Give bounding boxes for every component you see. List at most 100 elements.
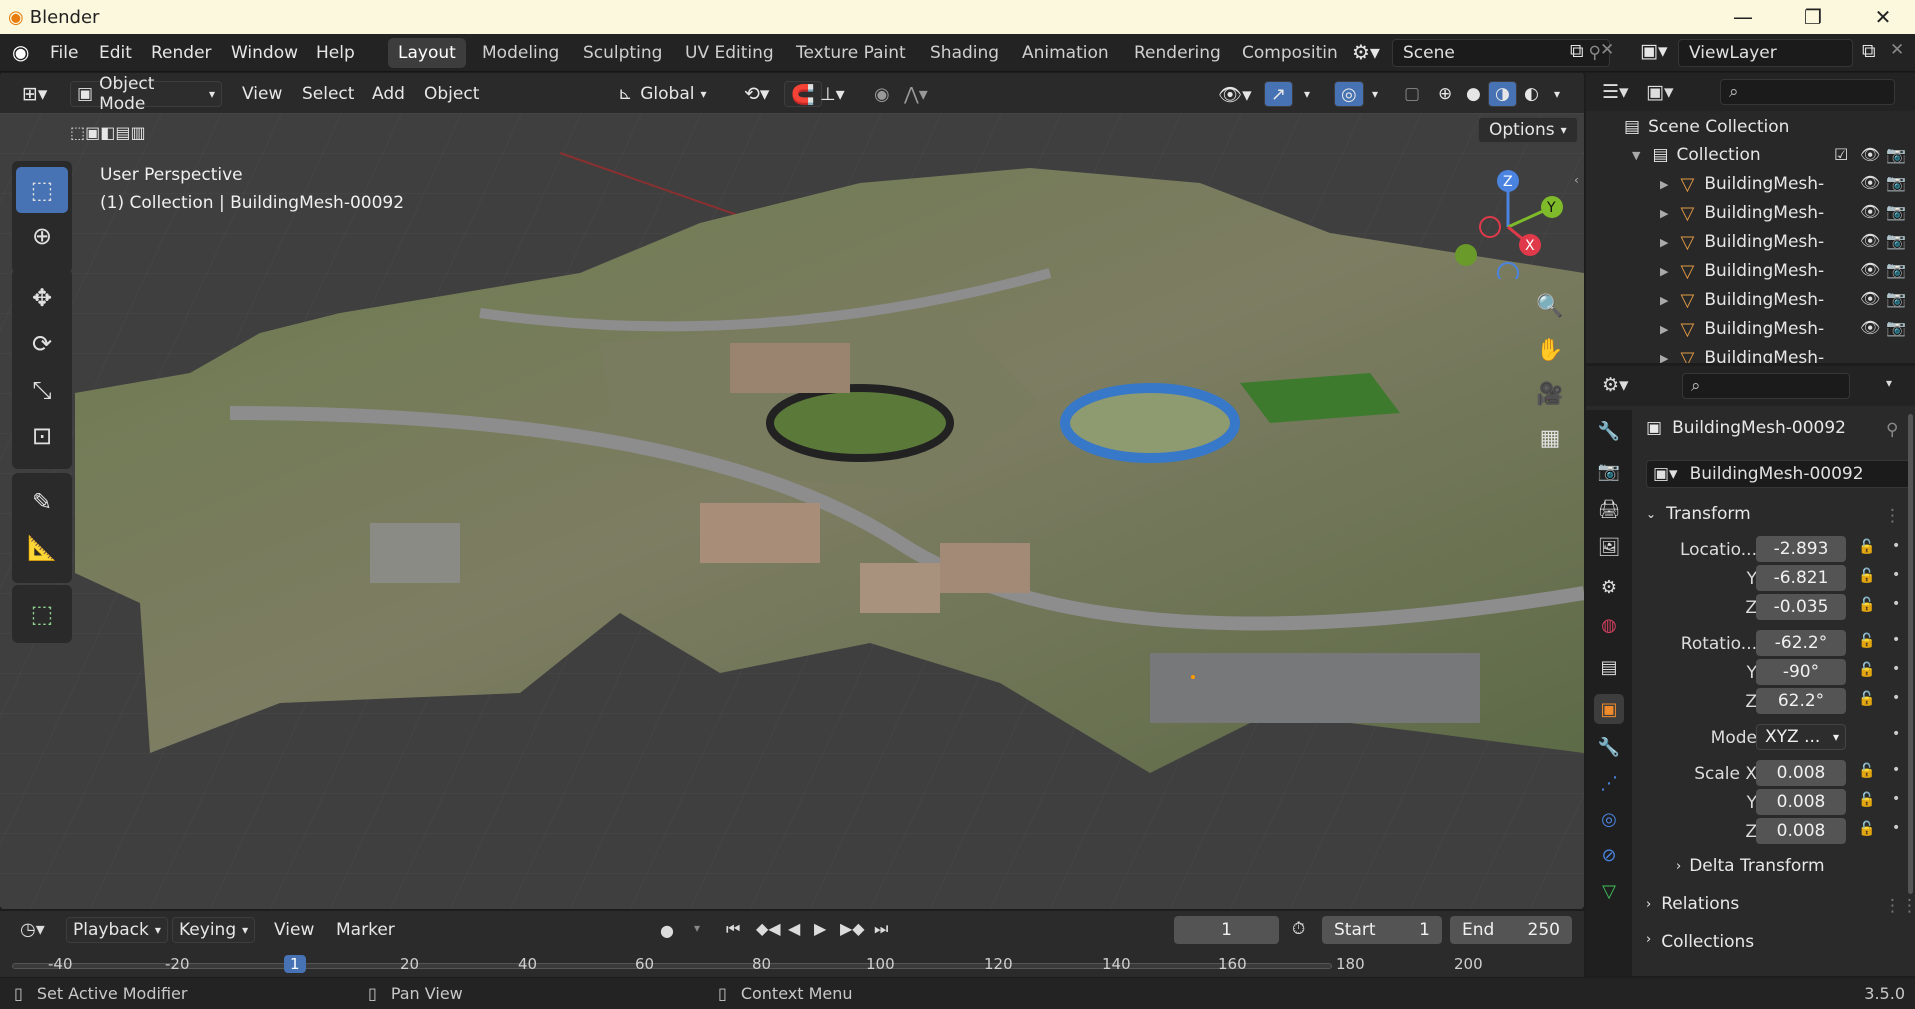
camera-icon[interactable]: 📷 xyxy=(1886,173,1906,192)
expand-triangle-icon[interactable]: ▶ xyxy=(1660,352,1668,364)
keyframe-dot-icon[interactable]: • xyxy=(1892,690,1900,706)
outliner-item[interactable]: ▶ ▽ BuildingMesh- xyxy=(1660,199,1824,227)
jump-start-icon[interactable]: ⏮ xyxy=(726,919,740,939)
location-x-field[interactable]: -2.893 xyxy=(1756,536,1846,562)
blender-menu-icon[interactable]: ◉ xyxy=(12,40,29,64)
rotation-mode-dropdown[interactable]: XYZ ... ▾ xyxy=(1756,724,1846,750)
keyframe-dot-icon[interactable]: • xyxy=(1892,596,1900,612)
lock-icon[interactable]: 🔓 xyxy=(1858,792,1875,808)
options-dropdown[interactable]: Options ▾ xyxy=(1478,117,1578,143)
editor-type-icon[interactable]: ⊞▾ xyxy=(16,81,53,107)
measure-tool-icon[interactable]: 📐 xyxy=(16,525,68,571)
physics-tab-icon[interactable]: ◎ xyxy=(1594,804,1624,834)
constraints-tab-icon[interactable]: ⊘ xyxy=(1594,840,1624,870)
menu-add[interactable]: Add xyxy=(366,81,411,107)
chevron-down-icon[interactable]: ▾ xyxy=(1366,81,1384,107)
play-icon[interactable]: ▶ xyxy=(814,919,826,938)
scene-collection-row[interactable]: ▤ Scene Collection xyxy=(1624,113,1789,141)
material-shading-icon[interactable]: ◑ xyxy=(1488,81,1517,107)
scene-selector-icon[interactable]: ⚙▾ xyxy=(1352,40,1380,64)
properties-search-input[interactable]: ⌕ xyxy=(1682,373,1850,399)
stopwatch-icon[interactable]: ⏱ xyxy=(1292,919,1305,939)
end-frame-field[interactable]: End 250 xyxy=(1450,916,1572,944)
modifier-tab-icon[interactable]: 🔧 xyxy=(1594,732,1624,762)
display-mode-icon[interactable]: ▣▾ xyxy=(1646,81,1674,103)
wireframe-shading-icon[interactable]: ⊕ xyxy=(1432,81,1458,107)
lock-icon[interactable]: 🔓 xyxy=(1858,539,1875,555)
lock-icon[interactable]: 🔓 xyxy=(1858,568,1875,584)
zoom-icon[interactable]: 🔍 xyxy=(1530,286,1570,326)
falloff-icon[interactable]: ⋀▾ xyxy=(898,81,934,107)
visibility-icon[interactable]: 👁▾ xyxy=(1212,81,1258,107)
expand-triangle-icon[interactable]: ▶ xyxy=(1660,294,1668,307)
scrollbar[interactable] xyxy=(1908,414,1913,894)
transform-tool-icon[interactable]: ⊡ xyxy=(16,413,68,459)
select-mode-icons[interactable]: ⬚▣◧▤▥ xyxy=(64,119,152,145)
lock-icon[interactable]: 🔓 xyxy=(1858,821,1875,837)
eye-icon[interactable]: 👁 xyxy=(1860,202,1880,221)
delta-transform-header[interactable]: › Delta Transform xyxy=(1676,856,1825,876)
chevron-down-icon[interactable]: ▾ xyxy=(1298,81,1316,107)
proportional-edit-icon[interactable]: ◉ xyxy=(868,81,896,107)
camera-icon[interactable]: 📷 xyxy=(1886,145,1906,164)
playback-dropdown[interactable]: Playback ▾ xyxy=(66,917,168,943)
next-keyframe-icon[interactable]: ▶◆ xyxy=(840,919,865,938)
mode-dropdown[interactable]: ▣ Object Mode ▾ xyxy=(70,74,222,114)
keyframe-dot-icon[interactable]: • xyxy=(1892,791,1900,807)
rotation-x-field[interactable]: -62.2° xyxy=(1756,630,1846,656)
lock-icon[interactable]: 🔓 xyxy=(1858,633,1875,649)
pivot-point-icon[interactable]: ⟲▾ xyxy=(738,81,775,107)
keying-dropdown[interactable]: Keying ▾ xyxy=(172,917,256,943)
menu-view[interactable]: View xyxy=(236,81,288,107)
sidebar-toggle-icon[interactable]: ‹ xyxy=(1574,173,1579,187)
keyframe-dot-icon[interactable]: • xyxy=(1892,726,1900,742)
tab-animation[interactable]: Animation xyxy=(1012,38,1119,68)
timeline-menu-marker[interactable]: Marker xyxy=(330,917,401,943)
timeline-scrollbar[interactable] xyxy=(12,963,1332,969)
outliner-item[interactable]: ▶ ▽ BuildingMesh- xyxy=(1660,257,1824,285)
move-tool-icon[interactable]: ✥ xyxy=(16,275,68,321)
tab-rendering[interactable]: Rendering xyxy=(1124,38,1231,68)
eye-icon[interactable]: 👁 xyxy=(1860,231,1880,250)
chevron-down-icon[interactable]: ▾ xyxy=(1886,376,1892,390)
pin-icon[interactable]: ⚲ xyxy=(1886,420,1898,440)
camera-icon[interactable]: 📷 xyxy=(1886,202,1906,221)
viewlayer-icon[interactable]: ▣▾ xyxy=(1640,40,1668,62)
new-scene-icon[interactable]: ⧉ xyxy=(1570,40,1584,62)
outliner-item[interactable]: ▶ ▽ BuildingMesh- xyxy=(1660,286,1824,314)
expand-triangle-icon[interactable]: ▶ xyxy=(1660,236,1668,249)
gizmo-toggle-icon[interactable]: ↗ xyxy=(1264,81,1294,107)
drag-handle-icon[interactable]: ⋮⋮ xyxy=(1884,896,1915,916)
maximize-button[interactable]: ❐ xyxy=(1783,0,1843,34)
menu-edit[interactable]: Edit xyxy=(99,43,132,63)
keyframe-dot-icon[interactable]: • xyxy=(1892,661,1900,677)
record-icon[interactable]: ● xyxy=(660,921,674,940)
menu-render[interactable]: Render xyxy=(151,43,212,63)
rotation-y-field[interactable]: -90° xyxy=(1756,659,1846,685)
current-frame-marker[interactable]: 1 xyxy=(284,955,306,973)
solid-shading-icon[interactable]: ● xyxy=(1460,81,1487,107)
location-z-field[interactable]: -0.035 xyxy=(1756,594,1846,620)
lock-icon[interactable]: 🔓 xyxy=(1858,763,1875,779)
camera-view-icon[interactable]: 🎥 xyxy=(1530,374,1570,414)
outliner-item[interactable]: ▶ ▽ BuildingMesh- xyxy=(1660,228,1824,256)
lock-icon[interactable]: 🔓 xyxy=(1858,662,1875,678)
eye-icon[interactable]: 👁 xyxy=(1860,289,1880,308)
tab-compositing[interactable]: Compositin xyxy=(1232,38,1342,68)
outliner-item[interactable]: ▶ ▽ BuildingMesh- xyxy=(1660,170,1824,198)
delete-scene-icon[interactable]: ✕ xyxy=(1600,40,1614,60)
collection-tab-icon[interactable]: ▤ xyxy=(1594,652,1624,682)
lock-icon[interactable]: 🔓 xyxy=(1858,597,1875,613)
relations-header[interactable]: › Relations xyxy=(1646,894,1739,914)
pan-hand-icon[interactable]: ✋ xyxy=(1530,330,1570,370)
jump-end-icon[interactable]: ⏭ xyxy=(874,919,888,939)
eye-icon[interactable]: 👁 xyxy=(1860,173,1880,192)
object-tab-icon[interactable]: ▣ xyxy=(1594,694,1624,724)
menu-select[interactable]: Select xyxy=(296,81,360,107)
expand-triangle-icon[interactable]: ▶ xyxy=(1660,323,1668,336)
tab-shading[interactable]: Shading xyxy=(920,38,1009,68)
overlay-toggle-icon[interactable]: ◎ xyxy=(1334,81,1364,107)
tab-uv-editing[interactable]: UV Editing xyxy=(675,38,784,68)
camera-icon[interactable]: 📷 xyxy=(1886,231,1906,250)
rotation-z-field[interactable]: 62.2° xyxy=(1756,688,1846,714)
